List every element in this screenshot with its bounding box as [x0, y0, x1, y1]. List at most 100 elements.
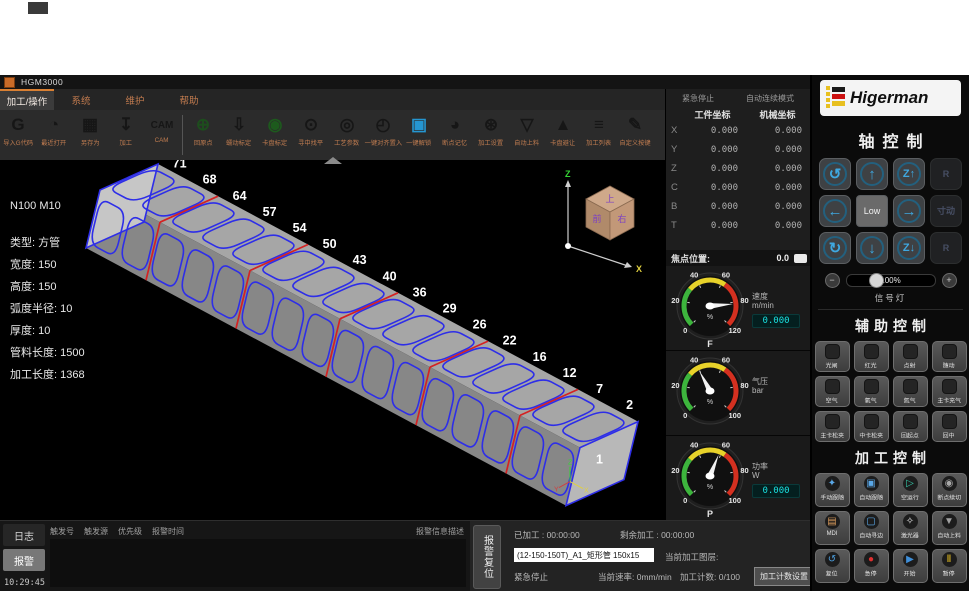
aux-主卡充气[interactable]: 主卡充气 [932, 376, 967, 407]
part-number-16: 16 [533, 350, 547, 364]
app-icon [4, 77, 15, 88]
toolbar-one-key-unlock[interactable]: ▣一键解锁 [401, 113, 437, 147]
toolbar-chuck-calibration[interactable]: ◉卡盘标定 [257, 113, 293, 147]
3d-viewport[interactable]: 7168645754504340362926221612721ZXY N100 … [0, 160, 665, 520]
menu-tab-维护[interactable]: 维护 [108, 89, 162, 110]
axis-row-T: T0.0000.000 [666, 216, 810, 235]
aux-光闸[interactable]: 光闸 [815, 341, 850, 372]
aux-回起点[interactable]: 回起点 [893, 411, 928, 442]
alarm-table-body[interactable] [50, 539, 466, 587]
jog-inch-mode[interactable]: 寸动 [930, 195, 962, 227]
aux-空气[interactable]: 空气 [815, 376, 850, 407]
part-number-26: 26 [473, 318, 487, 332]
jog-speed-low[interactable]: Low [856, 195, 888, 227]
aux-红光[interactable]: 红光 [854, 341, 889, 372]
proc-断点续切[interactable]: ◉断点续切 [932, 473, 967, 507]
aux-回中[interactable]: 回中 [932, 411, 967, 442]
jog-z-minus[interactable]: Z↓ [893, 232, 925, 264]
aux-中卡松夹[interactable]: 中卡松夹 [854, 411, 889, 442]
proc-暂停[interactable]: Ⅱ暂停 [932, 549, 967, 583]
proc-MDI[interactable]: ▤MDI [815, 511, 850, 545]
navigation-cube[interactable]: ZX上前右 [538, 166, 663, 276]
aux-knob-icon [942, 344, 957, 359]
jog-y-minus[interactable]: ↓ [856, 232, 888, 264]
aux-随动[interactable]: 随动 [932, 341, 967, 372]
toolbar-recent-open[interactable]: ◔最近打开 [36, 113, 72, 147]
count-settings-button[interactable]: 加工计数设置 [754, 567, 814, 586]
jog-b-minus[interactable]: R [930, 232, 962, 264]
aux-knob-icon [825, 344, 840, 359]
jog-c-plus[interactable]: ↻ [819, 232, 851, 264]
toolbar-return-origin[interactable]: ⊕回原点 [185, 113, 221, 147]
proc-急停[interactable]: ●急停 [854, 549, 889, 583]
power-gauge: 020406080100%P功率W0.000 [666, 436, 810, 521]
layer-label: 当前加工图层: [665, 551, 718, 563]
proc-开始[interactable]: ▶开始 [893, 549, 928, 583]
proc-激光器[interactable]: ✧激光器 [893, 511, 928, 545]
speed-gauge-readout: 0.000 [752, 314, 800, 328]
aux-点射[interactable]: 点射 [893, 341, 928, 372]
jog-y-plus[interactable]: ↑ [856, 158, 888, 190]
toolbar-label: 最近打开 [41, 137, 66, 146]
toolbar-process[interactable]: ↧加工 [108, 113, 144, 147]
proc-自动上料[interactable]: ▼自动上料 [932, 511, 967, 545]
tab-log[interactable]: 日志 [3, 524, 45, 546]
aux-主卡松夹[interactable]: 主卡松夹 [815, 411, 850, 442]
svg-text:X: X [636, 264, 642, 274]
proc-手动跟随[interactable]: ✦手动跟随 [815, 473, 850, 507]
aux-氮气[interactable]: 氮气 [893, 376, 928, 407]
current-file-field[interactable]: (12-150-150T)_A1_矩形管 150x15 [514, 548, 654, 562]
jog-x-minus[interactable]: ← [819, 195, 851, 227]
toolbar-one-key-align[interactable]: ◴一键对齐置入 [365, 113, 401, 147]
menu-bar: 加工/操作系统维护帮助 [0, 89, 665, 111]
toolbar-label: CAM [155, 137, 169, 143]
toolbar-breakpoint-memory[interactable]: ◕断点记忆 [437, 113, 473, 147]
jog-b-plus[interactable]: R [930, 158, 962, 190]
jog-x-plus[interactable]: → [893, 195, 925, 227]
menu-tab-帮助[interactable]: 帮助 [162, 89, 216, 110]
proc-自动跟随[interactable]: ▣自动跟随 [854, 473, 889, 507]
toolbar-chuck-avoidance[interactable]: ▲卡盘避让 [545, 113, 581, 147]
menu-tab-加工/操作[interactable]: 加工/操作 [0, 89, 54, 110]
current-speed: 当前速率: 0mm/min [598, 571, 672, 583]
toolbar-process-list[interactable]: ≡加工列表 [581, 113, 617, 147]
menu-tab-系统[interactable]: 系统 [54, 89, 108, 110]
proc-手动跟随-icon: ✦ [825, 476, 840, 491]
centering-leveling-icon: ⊙ [304, 113, 318, 137]
proc-grid: ✦手动跟随▣自动跟随▷空运行◉断点续切 ▤MDI▢自动寻边✧激光器▼自动上料 ↺复位… [812, 473, 969, 583]
svg-text:X: X [584, 488, 589, 495]
toolbar-save-as[interactable]: ▦另存为 [72, 113, 108, 147]
focus-value: 0.0 [776, 253, 789, 263]
alarm-reset-button[interactable]: 报警复位 [473, 525, 501, 589]
chuck-avoidance-icon: ▲ [555, 113, 572, 137]
override-minus-button[interactable]: − [825, 273, 840, 288]
machined-time: 已加工 : 00:00:00 [514, 529, 580, 541]
auto-loading-icon: ▽ [520, 113, 533, 137]
toolbar-process-parameters[interactable]: ◎工艺参数 [329, 113, 365, 147]
toolbar-creep-calibration[interactable]: ⇩蠕动标定 [221, 113, 257, 147]
proc-复位[interactable]: ↺复位 [815, 549, 850, 583]
one-key-unlock-icon: ▣ [411, 113, 427, 137]
toolbar-import-gcode[interactable]: G导入G代码 [0, 113, 36, 147]
brand-name: Higerman [850, 88, 928, 108]
toolbar-cam[interactable]: CAMCAM [144, 113, 180, 144]
toolbar-auto-loading[interactable]: ▽自动上料 [509, 113, 545, 147]
override-slider-thumb[interactable] [869, 273, 884, 288]
custom-keys-icon: ✎ [628, 113, 642, 137]
toolbar-centering-leveling[interactable]: ⊙寻中找平 [293, 113, 329, 147]
tab-alarm[interactable]: 报警 [3, 549, 45, 571]
toolbar-label: 一键解锁 [406, 137, 431, 146]
proc-自动寻边[interactable]: ▢自动寻边 [854, 511, 889, 545]
focus-label: 焦点位置: [666, 252, 710, 265]
proc-空运行[interactable]: ▷空运行 [893, 473, 928, 507]
jog-y-plus-icon: ↑ [868, 167, 876, 182]
focus-adjust-button[interactable] [794, 254, 807, 263]
override-slider[interactable]: 100% [846, 274, 936, 287]
toolbar: G导入G代码◔最近打开▦另存为↧加工CAMCAM⊕回原点⇩蠕动标定◉卡盘标定⊙寻… [0, 110, 665, 160]
toolbar-custom-keys[interactable]: ✎自定义按键 [617, 113, 653, 147]
aux-氧气[interactable]: 氧气 [854, 376, 889, 407]
jog-c-minus[interactable]: ↺ [819, 158, 851, 190]
jog-z-plus[interactable]: Z↑ [893, 158, 925, 190]
override-plus-button[interactable]: + [942, 273, 957, 288]
toolbar-process-settings[interactable]: ⊛加工设置 [473, 113, 509, 147]
